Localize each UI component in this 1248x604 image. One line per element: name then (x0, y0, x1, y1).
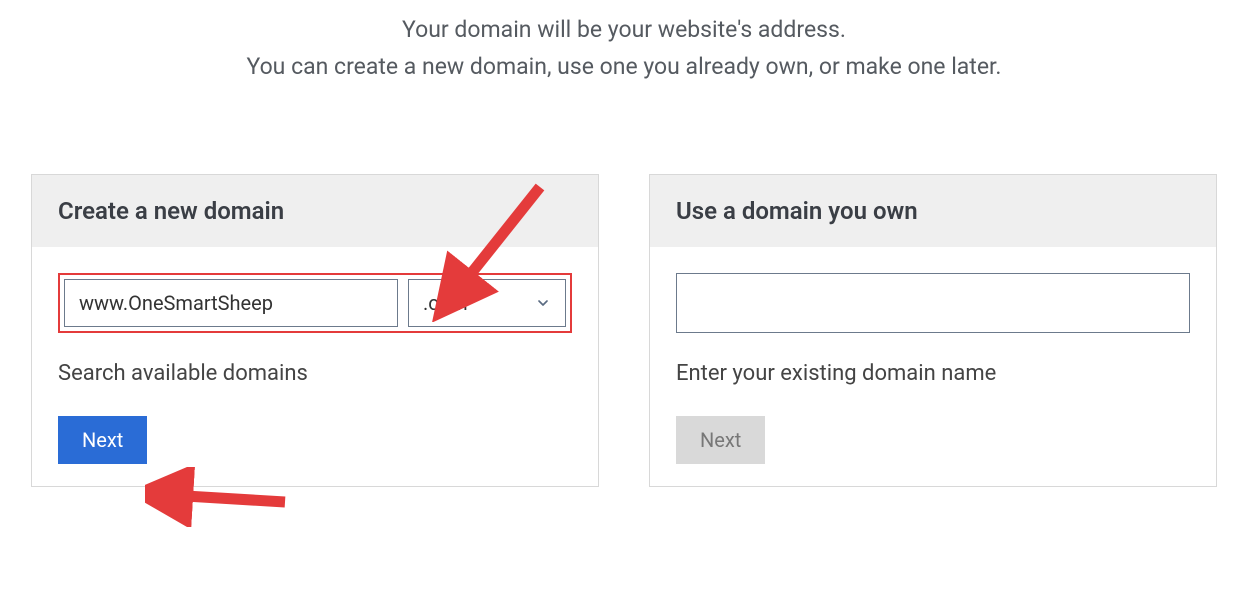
create-hint-text: Search available domains (58, 361, 572, 386)
tld-dropdown[interactable]: .com (408, 279, 566, 327)
cards-row: Create a new domain .com Search availabl… (0, 174, 1248, 487)
create-domain-card: Create a new domain .com Search availabl… (31, 174, 599, 487)
annotation-highlight: .com (58, 273, 572, 333)
create-input-row: .com (58, 273, 572, 333)
create-card-header: Create a new domain (32, 175, 598, 247)
existing-card-body: Enter your existing domain name Next (650, 247, 1216, 486)
existing-card-header: Use a domain you own (650, 175, 1216, 247)
create-next-button[interactable]: Next (58, 416, 147, 464)
create-card-body: .com Search available domains Next (32, 247, 598, 486)
existing-domain-card: Use a domain you own Enter your existing… (649, 174, 1217, 487)
existing-next-button[interactable]: Next (676, 416, 765, 464)
existing-card-title: Use a domain you own (676, 197, 1190, 225)
create-card-title: Create a new domain (58, 197, 572, 225)
chevron-down-icon (535, 295, 551, 311)
page-header: Your domain will be your website's addre… (0, 12, 1248, 86)
tld-selected-value: .com (423, 291, 468, 315)
existing-domain-input[interactable] (676, 273, 1190, 333)
header-line-2: You can create a new domain, use one you… (0, 49, 1248, 86)
existing-hint-text: Enter your existing domain name (676, 361, 1190, 386)
new-domain-input[interactable] (64, 279, 398, 327)
header-line-1: Your domain will be your website's addre… (0, 12, 1248, 49)
